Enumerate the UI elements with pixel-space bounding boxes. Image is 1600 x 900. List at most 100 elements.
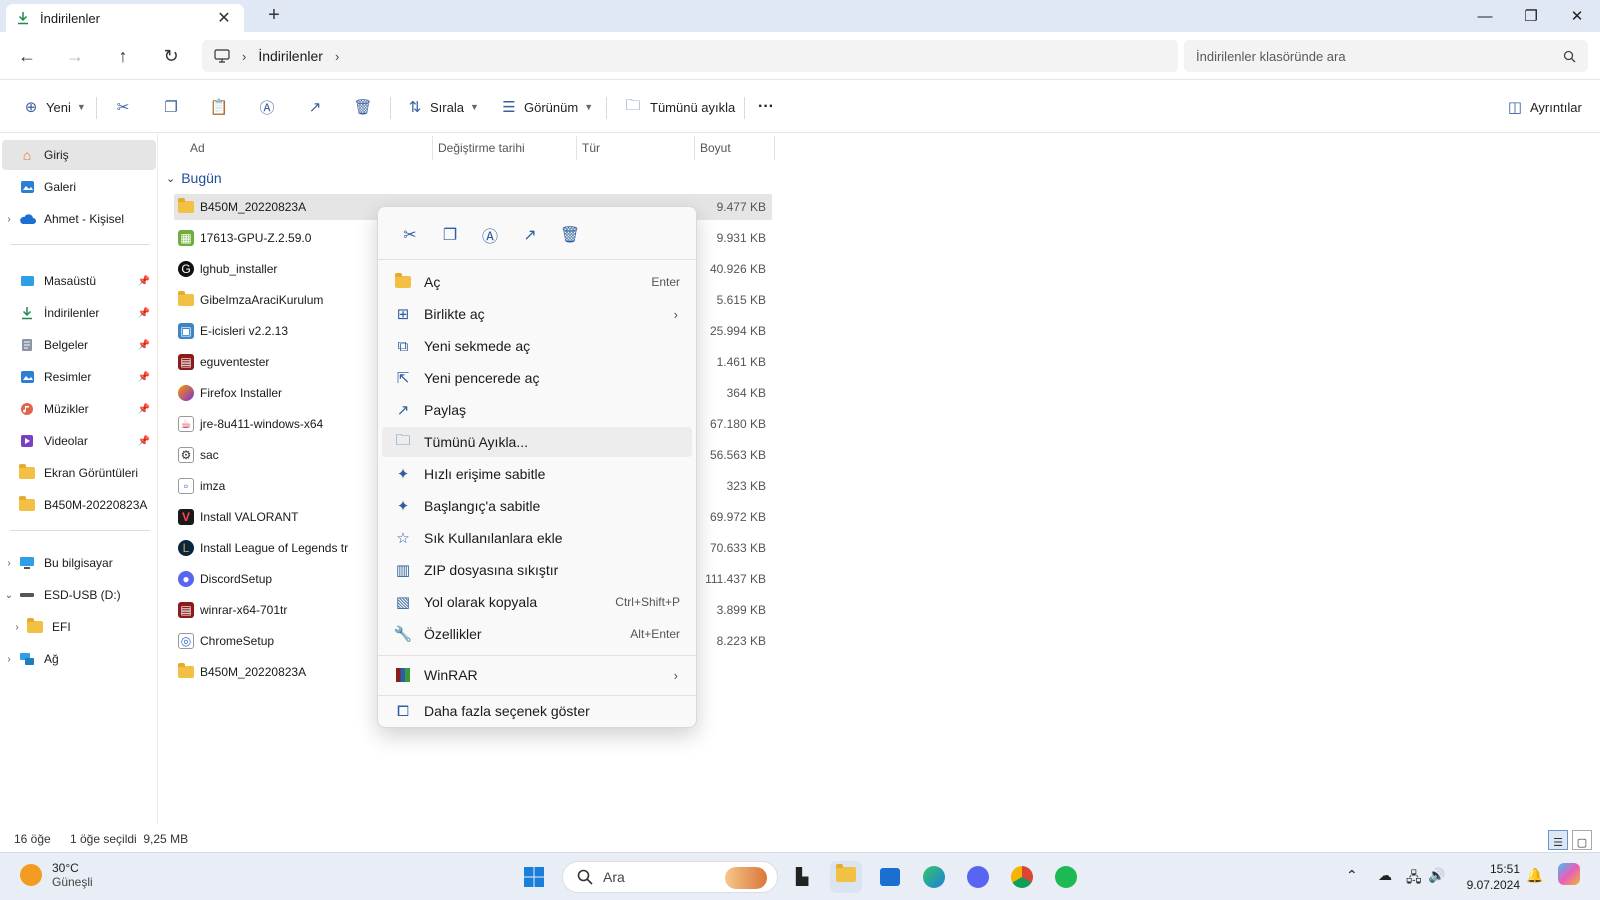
ctx-share-button[interactable]: ↗	[510, 219, 550, 251]
taskbar-search[interactable]: Ara	[562, 861, 778, 893]
close-tab-icon[interactable]: ✕	[214, 8, 234, 28]
extract-all-button[interactable]: 🗀 Tümünü ayıkla	[622, 93, 735, 121]
refresh-button[interactable]: ↻	[156, 42, 186, 70]
pin-icon[interactable]: 📌	[138, 404, 150, 415]
more-options-button[interactable]: ···	[758, 93, 774, 121]
details-view-button[interactable]: ☰	[1548, 830, 1568, 850]
chevron-right-icon[interactable]: ›	[242, 49, 246, 64]
search-box[interactable]: İndirilenler klasöründe ara	[1184, 40, 1588, 72]
column-header-size[interactable]: Boyut	[694, 136, 774, 160]
chevron-down-icon[interactable]: ⌄	[2, 590, 16, 601]
onedrive-tray-icon[interactable]: ☁	[1378, 867, 1392, 884]
pin-icon[interactable]: 📌	[138, 308, 150, 319]
group-header-today[interactable]: ⌄ Bugün	[166, 170, 222, 186]
share-button[interactable]: ↗	[304, 93, 326, 121]
column-header-date[interactable]: Değiştirme tarihi	[432, 136, 576, 160]
edge-button[interactable]	[918, 861, 950, 893]
column-header-type[interactable]: Tür	[576, 136, 694, 160]
back-button[interactable]: ←	[12, 42, 42, 70]
details-button[interactable]: ◫ Ayrıntılar	[1504, 93, 1582, 121]
chevron-right-icon[interactable]: ›	[335, 49, 339, 64]
menu-item-copy-path[interactable]: ▧ Yol olarak kopyala Ctrl+Shift+P	[382, 587, 692, 617]
chevron-right-icon[interactable]: ›	[2, 654, 16, 665]
column-separator[interactable]	[774, 136, 775, 160]
start-button[interactable]	[518, 861, 550, 893]
sort-button[interactable]: ⇅ Sırala ▼	[404, 93, 479, 121]
sidebar-item-masaustu[interactable]: Masaüstü 📌	[2, 266, 156, 296]
ctx-rename-button[interactable]: Ⓐ	[470, 219, 510, 251]
sidebar-item-resimler[interactable]: Resimler 📌	[2, 362, 156, 392]
sidebar-item-indirilenler[interactable]: İndirilenler 📌	[2, 298, 156, 328]
pin-icon[interactable]: 📌	[138, 372, 150, 383]
menu-item-properties[interactable]: 🔧 Özellikler Alt+Enter	[382, 619, 692, 649]
breadcrumb-indirilenler[interactable]: İndirilenler	[258, 48, 323, 64]
view-button[interactable]: ☰ Görünüm ▼	[498, 93, 593, 121]
sidebar-item-belgeler[interactable]: Belgeler 📌	[2, 330, 156, 360]
sidebar-item-videolar[interactable]: Videolar 📌	[2, 426, 156, 456]
address-bar[interactable]: › İndirilenler ›	[202, 40, 1178, 72]
task-view-button[interactable]: ▙	[786, 861, 818, 893]
sidebar-item-ag[interactable]: › Ağ	[2, 644, 156, 674]
menu-item-extract-all[interactable]: 🗀 Tümünü Ayıkla...	[382, 427, 692, 457]
copilot-icon[interactable]	[1558, 863, 1580, 888]
maximize-button[interactable]: ❐	[1508, 0, 1554, 32]
microsoft-store-button[interactable]	[874, 861, 906, 893]
rename-button[interactable]: Ⓐ	[256, 93, 278, 121]
sidebar-item-b450m[interactable]: B450M-20220823A	[2, 490, 156, 520]
file-explorer-taskbar-button[interactable]	[830, 861, 862, 893]
menu-item-share[interactable]: ↗ Paylaş	[382, 395, 692, 425]
weather-widget[interactable]: 30°C Güneşli	[20, 861, 93, 889]
menu-item-show-more[interactable]: ⧠ Daha fazla seçenek göster	[382, 697, 692, 725]
chevron-right-icon[interactable]: ›	[2, 558, 16, 569]
volume-icon[interactable]: 🔊	[1428, 867, 1445, 884]
new-tab-button[interactable]: +	[262, 4, 286, 27]
up-button[interactable]: ↑	[108, 42, 138, 70]
close-window-button[interactable]: ✕	[1554, 0, 1600, 32]
notification-bell-icon[interactable]: 🔔	[1526, 867, 1543, 884]
menu-item-open-new-tab[interactable]: ⧉ Yeni sekmede aç	[382, 331, 692, 361]
ctx-copy-button[interactable]: ❐	[430, 219, 470, 251]
menu-item-open[interactable]: Aç Enter	[382, 267, 692, 297]
menu-item-compress-zip[interactable]: ▥ ZIP dosyasına sıkıştır	[382, 555, 692, 585]
menu-item-open-new-window[interactable]: ⇱ Yeni pencerede aç	[382, 363, 692, 393]
minimize-button[interactable]: —	[1462, 0, 1508, 32]
menu-item-open-with[interactable]: ⊞ Birlikte aç ›	[382, 299, 692, 329]
pin-icon[interactable]: 📌	[138, 340, 150, 351]
new-button[interactable]: ⊕ Yeni ▼	[20, 93, 86, 121]
menu-item-add-favorites[interactable]: ☆ Sık Kullanılanlara ekle	[382, 523, 692, 553]
sidebar-item-onedrive[interactable]: › Ahmet - Kişisel	[2, 204, 156, 234]
cut-button[interactable]: ✂	[112, 93, 134, 121]
paste-button[interactable]: 📋	[208, 93, 230, 121]
pin-icon[interactable]: 📌	[138, 436, 150, 447]
discord-taskbar-button[interactable]	[962, 861, 994, 893]
chevron-right-icon[interactable]: ›	[10, 622, 24, 633]
pin-icon[interactable]: 📌	[138, 276, 150, 287]
menu-item-pin-quick-access[interactable]: ✦ Hızlı erişime sabitle	[382, 459, 692, 489]
clock-time: 15:51	[1489, 862, 1520, 876]
sidebar-item-esd-usb[interactable]: ⌄ ESD-USB (D:)	[2, 580, 156, 610]
command-bar: ⊕ Yeni ▼ ✂ ❐ 📋 Ⓐ ↗ 🗑 ⇅ Sırala ▼ ☰ Görünü…	[0, 81, 1600, 133]
sidebar-item-giris[interactable]: ⌂ Giriş	[2, 140, 156, 170]
sidebar-item-bu-bilgisayar[interactable]: › Bu bilgisayar	[2, 548, 156, 578]
menu-item-pin-start[interactable]: ✦ Başlangıç'a sabitle	[382, 491, 692, 521]
clock[interactable]: 15:51 9.07.2024	[1464, 861, 1520, 893]
chevron-right-icon[interactable]: ›	[2, 214, 16, 225]
column-header-name[interactable]: Ad	[184, 136, 430, 160]
sidebar-item-ekran-goruntuleri[interactable]: Ekran Görüntüleri	[2, 458, 156, 488]
tab-indirilenler[interactable]: İndirilenler ✕	[6, 4, 244, 32]
file-size: 56.563 KB	[709, 448, 766, 462]
copy-button[interactable]: ❐	[160, 93, 182, 121]
network-tray-icon[interactable]: 🖧	[1406, 867, 1422, 891]
tiles-view-button[interactable]: ▢	[1572, 830, 1592, 850]
ctx-cut-button[interactable]: ✂	[390, 219, 430, 251]
sidebar-item-efi[interactable]: › EFI	[2, 612, 156, 642]
spotify-button[interactable]	[1050, 861, 1082, 893]
ctx-delete-button[interactable]: 🗑	[550, 219, 590, 251]
delete-button[interactable]: 🗑	[352, 93, 374, 121]
menu-item-winrar[interactable]: WinRAR ›	[382, 660, 692, 690]
forward-button[interactable]: →	[60, 42, 90, 70]
show-hidden-icons-button[interactable]: ⌃	[1346, 867, 1358, 884]
sidebar-item-galeri[interactable]: Galeri	[2, 172, 156, 202]
chrome-button[interactable]	[1006, 861, 1038, 893]
sidebar-item-muzikler[interactable]: Müzikler 📌	[2, 394, 156, 424]
